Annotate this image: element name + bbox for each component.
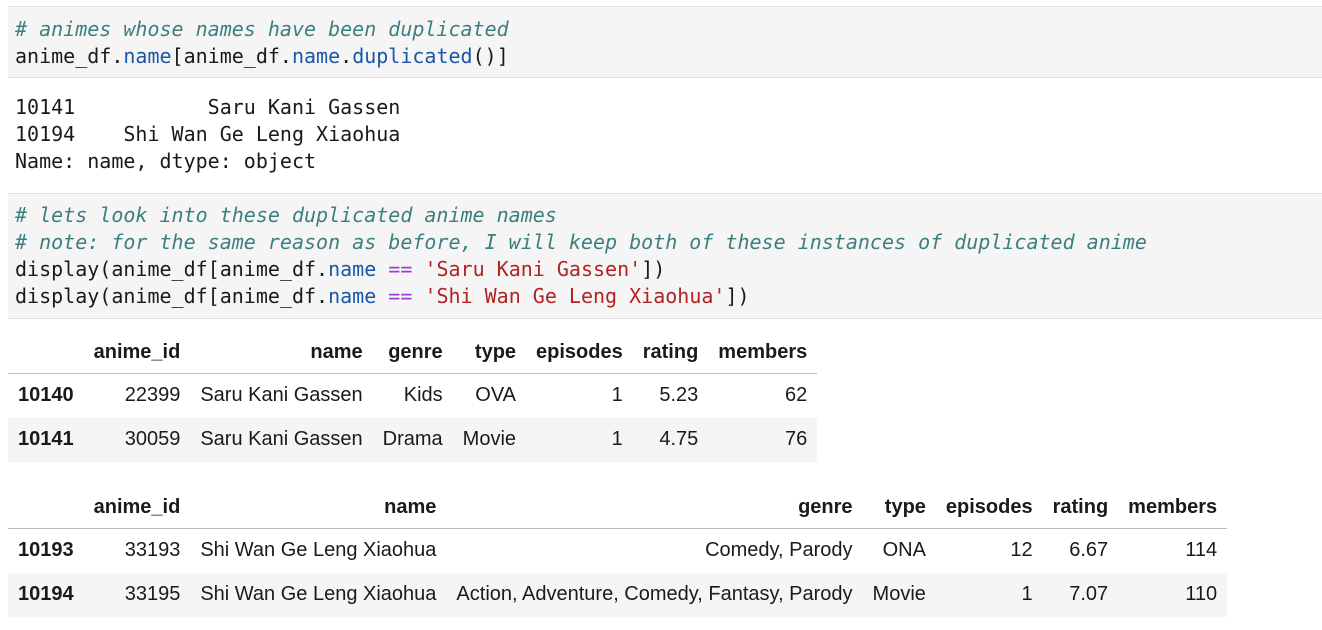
- cell-genre: Comedy, Parody: [705, 539, 853, 562]
- cell-episodes: 1: [611, 384, 623, 407]
- cell-rating: 5.23: [659, 384, 699, 407]
- code-comment: # note: for the same reason as before, I…: [15, 230, 1147, 254]
- column-header: episodes: [526, 331, 633, 374]
- cell-episodes: 1: [611, 428, 623, 450]
- table-row: 10140 22399 Saru Kani Gassen Kids OVA 1 …: [8, 373, 818, 418]
- code-token: display(anime_df[anime_df.: [15, 257, 329, 281]
- cell-anime-id: 22399: [124, 384, 181, 407]
- column-header: genre: [446, 486, 863, 529]
- row-index: 10141: [18, 428, 74, 450]
- cell-rating: 4.75: [659, 428, 699, 450]
- cell-members: 76: [784, 428, 808, 450]
- code-token: .: [340, 44, 353, 68]
- code-comment: # lets look into these duplicated anime …: [15, 203, 557, 227]
- column-header: rating: [632, 331, 709, 374]
- cell-name: Shi Wan Ge Leng Xiaohua: [200, 583, 437, 605]
- cell-genre: Action, Adventure, Comedy, Fantasy, Paro…: [456, 583, 853, 605]
- code-cell-duplicated-names[interactable]: # animes whose names have been duplicate…: [8, 6, 1322, 78]
- table-row: 10193 33193 Shi Wan Ge Leng Xiaohua Come…: [8, 528, 1228, 573]
- column-header: members: [1118, 486, 1228, 529]
- output-line: 10141 Saru Kani Gassen: [15, 95, 401, 119]
- column-header: name: [190, 486, 447, 529]
- series-output: 10141 Saru Kani Gassen 10194 Shi Wan Ge …: [15, 94, 400, 175]
- column-header: episodes: [935, 486, 1043, 529]
- cell-name: Shi Wan Ge Leng Xiaohua: [200, 539, 437, 562]
- cell-name: Saru Kani Gassen: [200, 384, 363, 407]
- dataframe-saru-kani-gassen: anime_id name genre type episodes rating…: [8, 331, 818, 462]
- notebook-page: # animes whose names have been duplicate…: [0, 0, 1322, 630]
- cell-episodes: 1: [1021, 583, 1033, 605]
- table-header-row: anime_id name genre type episodes rating…: [8, 486, 1228, 529]
- code-operator: ==: [388, 257, 413, 281]
- code-attribute: name: [328, 257, 377, 281]
- column-header: rating: [1042, 486, 1119, 529]
- cell-anime-id: 30059: [124, 428, 181, 450]
- code-token: [anime_df.: [171, 44, 292, 68]
- code-operator: ==: [388, 284, 413, 308]
- column-header: anime_id: [83, 331, 191, 374]
- column-header: name: [190, 331, 373, 374]
- table-row: 10194 33195 Shi Wan Ge Leng Xiaohua Acti…: [8, 572, 1228, 617]
- code-token: anime_df.: [15, 44, 124, 68]
- cell-type: OVA: [475, 384, 517, 407]
- row-index: 10194: [18, 583, 74, 605]
- index-header: [8, 486, 84, 529]
- code-attribute: name: [328, 284, 377, 308]
- output-line: 10194 Shi Wan Ge Leng Xiaohua: [15, 122, 401, 146]
- column-header: genre: [372, 331, 453, 374]
- code-token: display(anime_df[anime_df.: [15, 284, 329, 308]
- code-cell-display-duplicates[interactable]: # lets look into these duplicated anime …: [8, 193, 1322, 319]
- cell-rating: 6.67: [1069, 539, 1109, 562]
- cell-anime-id: 33195: [124, 583, 181, 605]
- column-header: type: [452, 331, 527, 374]
- cell-genre: Drama: [382, 428, 443, 450]
- cell-rating: 7.07: [1069, 583, 1109, 605]
- table-header-row: anime_id name genre type episodes rating…: [8, 331, 818, 374]
- dataframe-shi-wan-ge-leng-xiaohua: anime_id name genre type episodes rating…: [8, 486, 1228, 617]
- cell-name: Saru Kani Gassen: [200, 428, 363, 450]
- cell-members: 110: [1185, 583, 1218, 605]
- code-attribute: name: [291, 44, 341, 68]
- cell-type: Movie: [872, 583, 926, 605]
- cell-type: ONA: [882, 539, 926, 562]
- table-row: 10141 30059 Saru Kani Gassen Drama Movie…: [8, 417, 818, 462]
- code-string: 'Saru Kani Gassen': [424, 257, 642, 281]
- column-header: type: [862, 486, 936, 529]
- column-header: members: [708, 331, 818, 374]
- row-index: 10140: [18, 384, 74, 407]
- code-attribute: name: [123, 44, 172, 68]
- code-function: duplicated: [352, 44, 473, 68]
- code-token: ]): [725, 284, 750, 308]
- code-token: ]): [641, 257, 666, 281]
- cell-episodes: 12: [1010, 539, 1033, 562]
- cell-members: 114: [1185, 539, 1218, 562]
- row-index: 10193: [18, 539, 74, 562]
- code-token: ()]: [472, 44, 509, 68]
- cell-anime-id: 33193: [124, 539, 181, 562]
- column-header: anime_id: [83, 486, 191, 529]
- code-comment: # animes whose names have been duplicate…: [15, 17, 509, 41]
- cell-type: Movie: [462, 428, 517, 450]
- code-string: 'Shi Wan Ge Leng Xiaohua': [424, 284, 726, 308]
- index-header: [8, 331, 84, 374]
- cell-genre: Kids: [403, 384, 443, 407]
- cell-members: 62: [784, 384, 808, 407]
- output-dtype-line: Name: name, dtype: object: [15, 149, 317, 173]
